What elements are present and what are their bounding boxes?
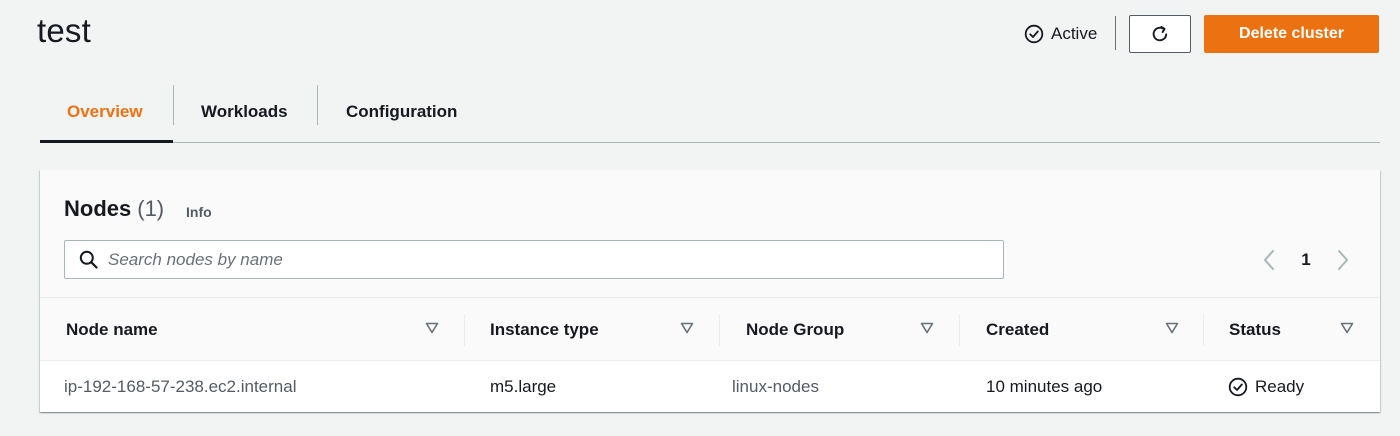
refresh-button[interactable] bbox=[1129, 15, 1191, 53]
node-count: (1) bbox=[137, 196, 165, 221]
search-icon bbox=[79, 250, 98, 269]
search-input[interactable] bbox=[108, 249, 988, 270]
active-tab-indicator bbox=[40, 140, 173, 143]
tab-bar: Overview Workloads Configuration bbox=[40, 82, 1380, 143]
column-header-status[interactable]: Status bbox=[1229, 298, 1281, 361]
tab-configuration[interactable]: Configuration bbox=[346, 82, 457, 142]
node-group-link[interactable]: linux-nodes bbox=[732, 362, 819, 412]
sort-caret-icon[interactable] bbox=[680, 322, 694, 334]
status-ready-label: Ready bbox=[1255, 377, 1305, 396]
chevron-left-icon bbox=[1264, 250, 1274, 270]
cluster-page: test Active Delete cluster Overview Work… bbox=[0, 0, 1400, 436]
sort-caret-icon[interactable] bbox=[425, 322, 439, 334]
check-circle-icon bbox=[1024, 24, 1044, 44]
node-name-link[interactable]: ip-192-168-57-238.ec2.internal bbox=[64, 362, 297, 412]
column-header-node-name[interactable]: Node name bbox=[66, 298, 158, 361]
panel-title: Nodes (1) bbox=[64, 196, 164, 222]
info-link[interactable]: Info bbox=[186, 204, 212, 220]
nodes-panel: Nodes (1) Info 1 bbox=[40, 170, 1380, 412]
next-page-button[interactable] bbox=[1332, 246, 1354, 274]
page-title: test bbox=[37, 12, 91, 49]
column-separator bbox=[1203, 314, 1204, 346]
delete-cluster-button[interactable]: Delete cluster bbox=[1204, 15, 1379, 53]
cluster-status-label: Active bbox=[1051, 24, 1098, 43]
header-divider bbox=[1115, 16, 1116, 50]
instance-type-cell: m5.large bbox=[490, 377, 557, 396]
panel-header: Nodes (1) Info 1 bbox=[40, 170, 1380, 298]
sort-caret-icon[interactable] bbox=[920, 322, 934, 334]
column-header-created[interactable]: Created bbox=[986, 298, 1049, 361]
tab-separator bbox=[317, 85, 318, 125]
tab-workloads[interactable]: Workloads bbox=[201, 82, 288, 142]
tab-separator bbox=[173, 85, 174, 125]
chevron-right-icon bbox=[1338, 250, 1348, 270]
current-page-number[interactable]: 1 bbox=[1280, 250, 1332, 270]
pagination: 1 bbox=[1258, 246, 1354, 274]
cluster-status: Active bbox=[1024, 21, 1097, 47]
column-separator bbox=[464, 314, 465, 346]
refresh-icon bbox=[1152, 25, 1168, 42]
column-header-node-group[interactable]: Node Group bbox=[746, 298, 844, 361]
search-box bbox=[64, 240, 1004, 279]
status-cell: Ready bbox=[1228, 362, 1304, 412]
table-row[interactable]: ip-192-168-57-238.ec2.internal m5.large … bbox=[40, 362, 1380, 412]
column-header-instance-type[interactable]: Instance type bbox=[490, 298, 599, 361]
tab-overview[interactable]: Overview bbox=[67, 82, 143, 142]
panel-title-text: Nodes bbox=[64, 196, 132, 221]
column-separator bbox=[959, 314, 960, 346]
sort-caret-icon[interactable] bbox=[1340, 322, 1354, 334]
table-header: Node name Instance type Node Group Creat… bbox=[40, 298, 1380, 361]
column-separator bbox=[719, 314, 720, 346]
previous-page-button[interactable] bbox=[1258, 246, 1280, 274]
sort-caret-icon[interactable] bbox=[1165, 322, 1179, 334]
check-circle-icon bbox=[1228, 377, 1248, 397]
created-cell: 10 minutes ago bbox=[986, 377, 1103, 396]
